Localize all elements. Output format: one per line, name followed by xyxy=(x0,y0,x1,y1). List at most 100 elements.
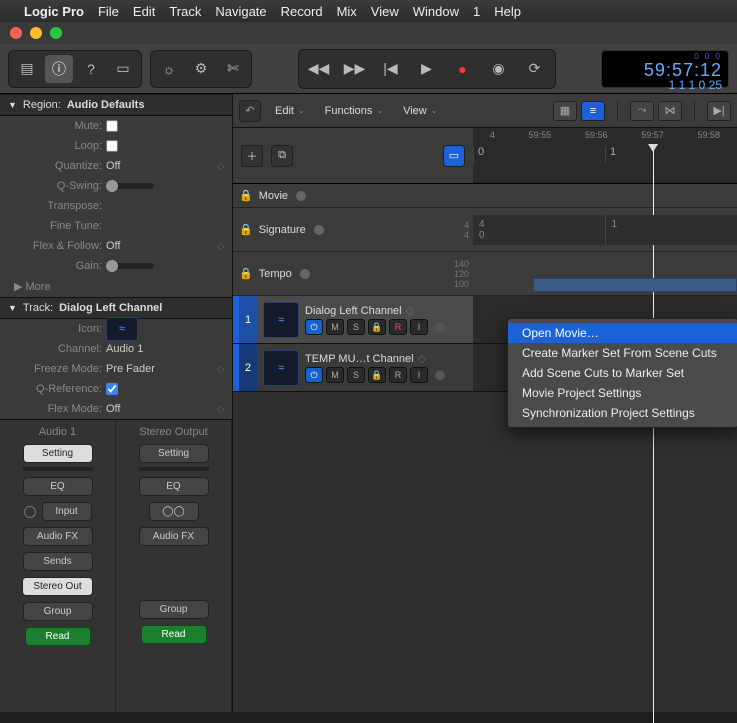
region-header[interactable]: ▼ Region: Audio Defaults xyxy=(0,94,232,116)
input-monitor-button[interactable]: I xyxy=(410,319,428,335)
group-button[interactable]: Group xyxy=(23,602,93,621)
solo-button[interactable]: S xyxy=(347,319,365,335)
track-header[interactable]: ▼ Track: Dialog Left Channel xyxy=(0,297,232,319)
help-button[interactable]: ? xyxy=(77,55,105,83)
input-button[interactable]: Input xyxy=(42,502,92,521)
flexmode-value[interactable]: Off xyxy=(106,403,120,415)
rewind-button[interactable]: ◀◀ xyxy=(303,54,335,84)
more-disclosure[interactable]: ▶ More xyxy=(0,276,232,297)
flex-button[interactable]: ⋈ xyxy=(658,101,682,121)
menu-mix[interactable]: Mix xyxy=(337,4,357,19)
power-button[interactable]: ⏻ xyxy=(305,319,323,335)
menu-open-movie[interactable]: Open Movie… xyxy=(508,323,737,343)
global-signature-row[interactable]: 🔒 Signature 44 40 1 xyxy=(233,208,737,252)
menu-sync-project-settings[interactable]: Synchronization Project Settings xyxy=(508,403,737,423)
global-movie-row[interactable]: 🔒 Movie xyxy=(233,184,737,208)
timeline-ruler[interactable]: 4 59:55 59:56 59:57 59:58 0 1 xyxy=(473,128,737,183)
automation-read-button[interactable]: Read xyxy=(141,625,207,644)
output-button[interactable]: Stereo Out xyxy=(22,577,92,596)
menu-record[interactable]: Record xyxy=(281,4,323,19)
catch-playhead-button[interactable]: ▶| xyxy=(707,101,731,121)
back-button[interactable]: ↶ xyxy=(239,100,261,122)
menu-1[interactable]: 1 xyxy=(473,4,480,19)
track-color-icon[interactable] xyxy=(435,370,445,380)
loop-checkbox[interactable] xyxy=(106,140,118,152)
quantize-value[interactable]: Off xyxy=(106,160,120,172)
qswing-slider[interactable] xyxy=(106,183,154,189)
stop-button[interactable]: |◀ xyxy=(375,54,407,84)
global-tracks-button[interactable]: ▭ xyxy=(443,145,465,167)
sends-button[interactable]: Sends xyxy=(23,552,93,571)
inspector-button[interactable]: ⓘ xyxy=(45,55,73,83)
menu-view[interactable]: View xyxy=(371,4,399,19)
play-button[interactable]: ▶ xyxy=(411,54,443,84)
record-enable-button[interactable]: R xyxy=(389,367,407,383)
lock-icon[interactable]: 🔒 xyxy=(239,267,253,280)
disclosure-icon[interactable] xyxy=(296,191,306,201)
eq-button[interactable]: EQ xyxy=(23,477,93,496)
track-icon[interactable]: ≈ xyxy=(263,302,299,338)
editors-button[interactable]: ✄ xyxy=(219,55,247,83)
toolbar-button[interactable]: ▭ xyxy=(109,55,137,83)
input-format-icon[interactable] xyxy=(24,506,36,518)
track-name[interactable]: Dialog Left Channel xyxy=(305,305,402,317)
track-name[interactable]: TEMP MU…t Channel xyxy=(305,353,414,365)
automation-button[interactable]: ⤳ xyxy=(630,101,654,121)
track-color-icon[interactable] xyxy=(435,322,445,332)
setting-button[interactable]: Setting xyxy=(139,444,209,463)
menu-file[interactable]: File xyxy=(98,4,119,19)
disclosure-icon[interactable] xyxy=(300,269,310,279)
record-mode-button[interactable]: ◉ xyxy=(483,54,515,84)
track-icon-well[interactable]: ≈ xyxy=(106,317,138,341)
duplicate-track-button[interactable]: ⧉ xyxy=(271,145,293,167)
automation-read-button[interactable]: Read xyxy=(25,627,91,646)
cycle-button[interactable]: ⟳ xyxy=(519,54,551,84)
power-button[interactable]: ⏻ xyxy=(305,367,323,383)
forward-button[interactable]: ▶▶ xyxy=(339,54,371,84)
mute-button[interactable]: M xyxy=(326,367,344,383)
gain-slider[interactable] xyxy=(106,263,154,269)
smart-controls-button[interactable]: ☼ xyxy=(155,55,183,83)
audiofx-button[interactable]: Audio FX xyxy=(139,527,209,546)
list-view-button[interactable]: ≡ xyxy=(581,101,605,121)
menu-movie-project-settings[interactable]: Movie Project Settings xyxy=(508,383,737,403)
freeze-value[interactable]: Pre Fader xyxy=(106,363,155,375)
lock-button[interactable]: 🔒 xyxy=(368,367,386,383)
mute-button[interactable]: M xyxy=(326,319,344,335)
tempo-region[interactable] xyxy=(533,278,737,292)
record-enable-button[interactable]: R xyxy=(389,319,407,335)
lock-button[interactable]: 🔒 xyxy=(368,319,386,335)
audiofx-button[interactable]: Audio FX xyxy=(23,527,93,546)
lcd-display[interactable]: 0 0 0 59:57:12 1 1 1 0 25 xyxy=(601,50,729,88)
solo-button[interactable]: S xyxy=(347,367,365,383)
menu-add-scene-cuts[interactable]: Add Scene Cuts to Marker Set xyxy=(508,363,737,383)
minimize-window[interactable] xyxy=(30,27,42,39)
input-monitor-button[interactable]: I xyxy=(410,367,428,383)
zoom-window[interactable] xyxy=(50,27,62,39)
tracks-view-menu[interactable]: View⌄ xyxy=(397,105,443,117)
mixer-button[interactable]: ⚙ xyxy=(187,55,215,83)
add-track-button[interactable]: ＋ xyxy=(241,145,263,167)
menu-navigate[interactable]: Navigate xyxy=(215,4,266,19)
menu-track[interactable]: Track xyxy=(169,4,201,19)
global-tempo-row[interactable]: 🔒 Tempo 140120100 xyxy=(233,252,737,296)
qref-checkbox[interactable] xyxy=(106,383,118,395)
setting-button[interactable]: Setting xyxy=(23,444,93,463)
disclosure-icon[interactable] xyxy=(314,225,324,235)
flexfollow-value[interactable]: Off xyxy=(106,240,120,252)
app-menu[interactable]: Logic Pro xyxy=(24,4,84,19)
stereo-link-button[interactable]: ◯◯ xyxy=(149,502,199,521)
close-window[interactable] xyxy=(10,27,22,39)
menu-edit[interactable]: Edit xyxy=(133,4,155,19)
lock-icon[interactable]: 🔒 xyxy=(239,189,253,202)
menu-create-marker-set[interactable]: Create Marker Set From Scene Cuts xyxy=(508,343,737,363)
tracks-edit-menu[interactable]: Edit⌄ xyxy=(269,105,311,117)
library-button[interactable]: ▤ xyxy=(13,55,41,83)
menu-window[interactable]: Window xyxy=(413,4,459,19)
eq-button[interactable]: EQ xyxy=(139,477,209,496)
lock-icon[interactable]: 🔒 xyxy=(239,223,253,236)
track-icon[interactable]: ≈ xyxy=(263,350,299,386)
record-button[interactable]: ● xyxy=(447,54,479,84)
mute-checkbox[interactable] xyxy=(106,120,118,132)
tracks-functions-menu[interactable]: Functions⌄ xyxy=(319,105,389,117)
